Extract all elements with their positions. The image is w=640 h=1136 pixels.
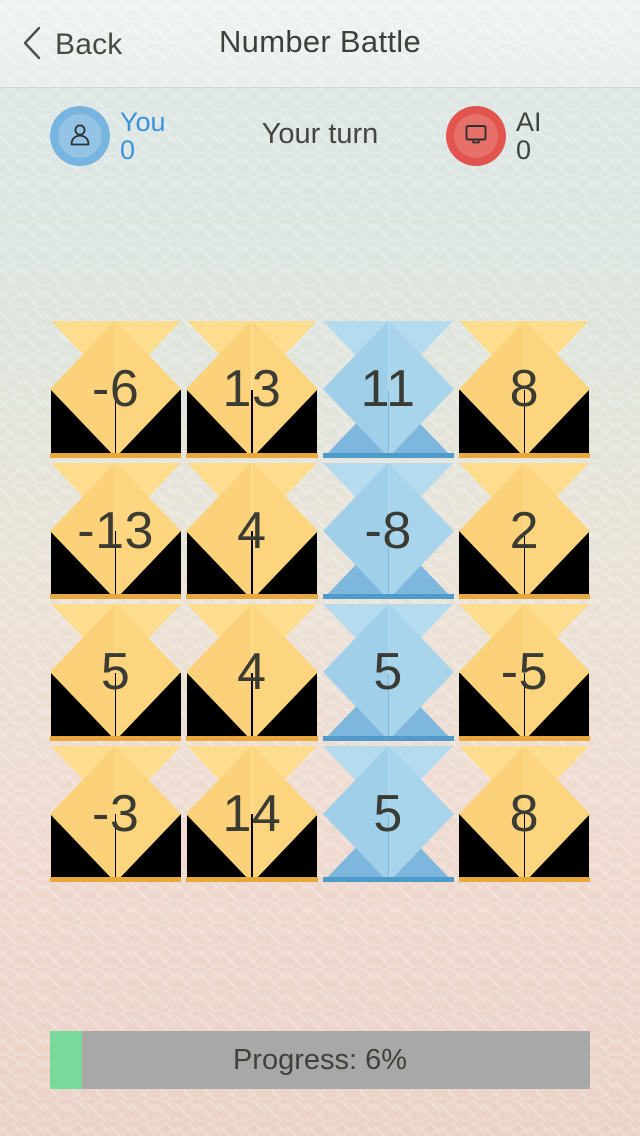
tile-bottom-edge — [322, 594, 454, 599]
tile-value: 5 — [100, 643, 131, 702]
player-card-ai: AI 0 — [446, 106, 542, 166]
board-tile[interactable]: 4 — [186, 462, 318, 599]
player-ai-name: AI — [516, 106, 542, 137]
tile-bottom-edge — [50, 594, 182, 599]
app-root: Back Number Battle You 0 Your turn AI 0 … — [0, 0, 640, 1136]
tile-value: -8 — [364, 501, 412, 560]
tile-bottom-edge — [458, 735, 590, 741]
avatar-ai — [446, 106, 506, 166]
turn-indicator: Your turn — [261, 118, 379, 150]
board-tile[interactable]: 11 — [322, 321, 454, 458]
tile-bottom-edge — [458, 452, 590, 458]
tile-bottom-edge — [186, 452, 318, 458]
board-tile[interactable]: -6 — [50, 321, 182, 458]
board-tile[interactable]: 5 — [322, 604, 454, 741]
tile-bottom-edge — [322, 735, 454, 741]
tile-value: 11 — [360, 360, 416, 419]
board-tile[interactable]: 4 — [186, 604, 318, 741]
tile-value: 4 — [237, 501, 267, 560]
tile-value: 8 — [509, 784, 540, 843]
player-ai-score: 0 — [516, 135, 532, 165]
tile-value: 13 — [222, 360, 282, 419]
tile-value: 4 — [237, 643, 267, 702]
progress-bar[interactable]: Progress: 6% — [50, 1031, 590, 1089]
tile-value: -5 — [500, 643, 548, 702]
board-tile[interactable]: 8 — [458, 321, 590, 458]
tile-value: -3 — [92, 784, 140, 843]
tile-bottom-edge — [50, 452, 182, 458]
board-tile[interactable]: 5 — [50, 604, 182, 741]
board-tile[interactable]: 5 — [322, 745, 454, 882]
tile-value: 2 — [509, 501, 540, 560]
tile-bottom-edge — [458, 877, 590, 882]
board-tile[interactable]: -13 — [50, 462, 182, 599]
board-tile[interactable]: -3 — [50, 745, 182, 882]
tile-value: -13 — [77, 501, 154, 560]
board-tile[interactable]: 14 — [186, 745, 318, 882]
tile-value: 14 — [222, 784, 282, 843]
tile-bottom-edge — [50, 877, 182, 882]
header-bar: Back Number Battle — [0, 0, 640, 88]
board-tile[interactable]: 8 — [458, 745, 590, 882]
player-ai-text: AI 0 — [516, 106, 542, 165]
tile-value: 5 — [373, 643, 403, 702]
status-row: You 0 Your turn AI 0 — [0, 88, 640, 198]
board-tile[interactable]: 2 — [458, 462, 590, 599]
tile-bottom-edge — [186, 877, 318, 882]
board-tile[interactable]: 13 — [186, 321, 318, 458]
tile-bottom-edge — [186, 735, 318, 741]
tile-value: -6 — [92, 360, 140, 419]
tile-bottom-edge — [322, 452, 454, 458]
tile-bottom-edge — [322, 877, 454, 882]
tile-value: 8 — [509, 360, 540, 419]
tile-bottom-edge — [50, 735, 182, 741]
board-tile[interactable]: -8 — [322, 462, 454, 599]
tile-value: 5 — [373, 784, 403, 843]
avatar-ai-inner — [454, 114, 498, 158]
page-title: Number Battle — [218, 24, 422, 59]
board-tile[interactable]: -5 — [458, 604, 590, 741]
tile-bottom-edge — [186, 594, 318, 599]
monitor-icon — [463, 121, 489, 152]
tile-bottom-edge — [458, 594, 590, 599]
progress-label: Progress: 6% — [232, 1043, 408, 1076]
game-board: -6 13 11 8 -13 4 -8 2 5 4 5 -5 -3 14 5 8 — [50, 321, 590, 882]
